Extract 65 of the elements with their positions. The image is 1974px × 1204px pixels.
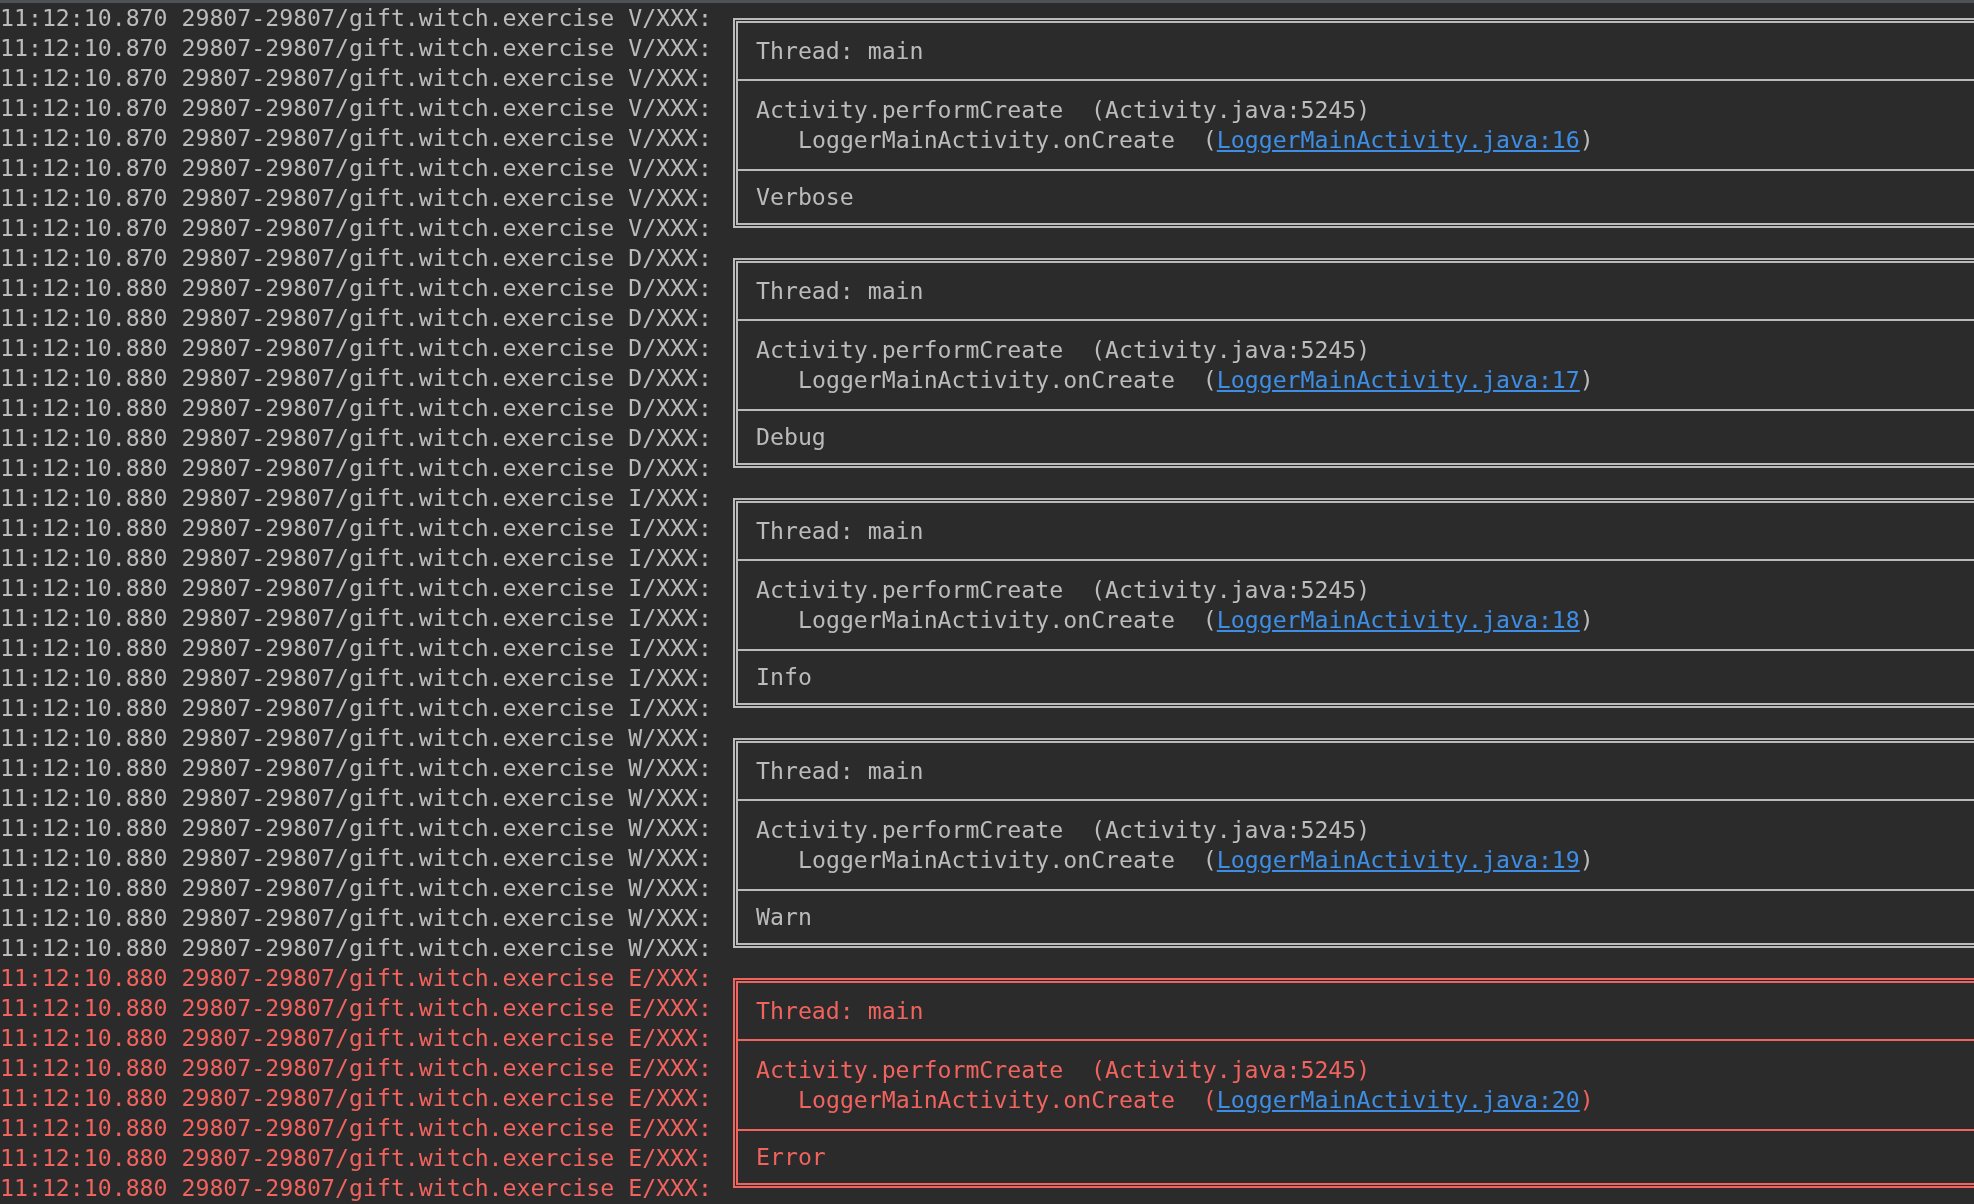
log-line: 11:12:10.870 29807-29807/gift.witch.exercise V/XXX: (0, 3, 713, 33)
log-line: 11:12:10.880 29807-29807/gift.witch.exercise I/XXX: (0, 483, 713, 513)
log-line: 11:12:10.880 29807-29807/gift.witch.exercise W/XXX: (0, 783, 713, 813)
log-line: 11:12:10.880 29807-29807/gift.witch.exercise D/XXX: (0, 363, 713, 393)
source-link[interactable]: LoggerMainActivity.java:19 (1216, 846, 1580, 873)
log-line: 11:12:10.870 29807-29807/gift.witch.exercise V/XXX: (0, 63, 713, 93)
log-line: 11:12:10.880 29807-29807/gift.witch.exercise E/XXX: (0, 1053, 713, 1083)
log-line: 11:12:10.880 29807-29807/gift.witch.exercise W/XXX: (0, 903, 713, 933)
log-line: 11:12:10.880 29807-29807/gift.witch.exercise W/XXX: (0, 933, 713, 963)
thread-label: Thread: main (756, 756, 924, 786)
log-line: 11:12:10.880 29807-29807/gift.witch.exercise W/XXX: (0, 873, 713, 903)
log-line: 11:12:10.880 29807-29807/gift.witch.exercise I/XXX: (0, 543, 713, 573)
log-line: 11:12:10.880 29807-29807/gift.witch.exercise I/XXX: (0, 663, 713, 693)
source-link[interactable]: LoggerMainActivity.java:18 (1216, 606, 1580, 633)
log-line: 11:12:10.880 29807-29807/gift.witch.exercise E/XXX: (0, 1173, 713, 1203)
log-line: 11:12:10.870 29807-29807/gift.witch.exercise V/XXX: (0, 213, 713, 243)
log-line: 11:12:10.880 29807-29807/gift.witch.exercise E/XXX: (0, 1083, 713, 1113)
log-message: Error (756, 1142, 826, 1172)
thread-label: Thread: main (756, 516, 924, 546)
log-line: 11:12:10.870 29807-29807/gift.witch.exercise V/XXX: (0, 123, 713, 153)
log-line: 11:12:10.880 29807-29807/gift.witch.exercise E/XXX: (0, 1023, 713, 1053)
stack-frame: LoggerMainActivity.onCreate (LoggerMainActivity.java:19) (798, 845, 1594, 875)
log-line: 11:12:10.880 29807-29807/gift.witch.exercise W/XXX: (0, 723, 713, 753)
log-line: 11:12:10.880 29807-29807/gift.witch.exercise W/XXX: (0, 843, 713, 873)
thread-label: Thread: main (756, 36, 924, 66)
log-message: Warn (756, 902, 812, 932)
log-line: 11:12:10.880 29807-29807/gift.witch.exercise E/XXX: (0, 1113, 713, 1143)
log-line: 11:12:10.880 29807-29807/gift.witch.exercise I/XXX: (0, 603, 713, 633)
stack-frame: LoggerMainActivity.onCreate (LoggerMainActivity.java:20) (798, 1085, 1594, 1115)
source-link[interactable]: LoggerMainActivity.java:16 (1216, 126, 1580, 153)
log-line: 11:12:10.870 29807-29807/gift.witch.exercise V/XXX: (0, 93, 713, 123)
source-link[interactable]: LoggerMainActivity.java:20 (1216, 1086, 1580, 1113)
log-line: 11:12:10.880 29807-29807/gift.witch.exercise D/XXX: (0, 423, 713, 453)
log-line: 11:12:10.880 29807-29807/gift.witch.exercise I/XXX: (0, 633, 713, 663)
log-line: 11:12:10.880 29807-29807/gift.witch.exercise I/XXX: (0, 573, 713, 603)
log-message: Debug (756, 422, 826, 452)
log-line: 11:12:10.880 29807-29807/gift.witch.exercise D/XXX: (0, 303, 713, 333)
source-link[interactable]: LoggerMainActivity.java:17 (1216, 366, 1580, 393)
stack-frame: Activity.performCreate (Activity.java:5245) (756, 815, 1371, 845)
log-line: 11:12:10.870 29807-29807/gift.witch.exercise D/XXX: (0, 243, 713, 273)
log-line: 11:12:10.880 29807-29807/gift.witch.exercise E/XXX: (0, 1143, 713, 1173)
log-line: 11:12:10.870 29807-29807/gift.witch.exercise V/XXX: (0, 153, 713, 183)
log-line: 11:12:10.880 29807-29807/gift.witch.exercise D/XXX: (0, 453, 713, 483)
log-line: 11:12:10.870 29807-29807/gift.witch.exercise V/XXX: (0, 183, 713, 213)
stack-frame: LoggerMainActivity.onCreate (LoggerMainActivity.java:17) (798, 365, 1594, 395)
thread-label: Thread: main (756, 996, 924, 1026)
stack-frame: Activity.performCreate (Activity.java:5245) (756, 95, 1371, 125)
stack-frame: LoggerMainActivity.onCreate (LoggerMainActivity.java:16) (798, 125, 1594, 155)
log-line: 11:12:10.880 29807-29807/gift.witch.exercise I/XXX: (0, 693, 713, 723)
stack-frame: Activity.performCreate (Activity.java:5245) (756, 335, 1371, 365)
log-message: Verbose (756, 182, 854, 212)
log-line: 11:12:10.880 29807-29807/gift.witch.exercise D/XXX: (0, 333, 713, 363)
log-line: 11:12:10.880 29807-29807/gift.witch.exercise D/XXX: (0, 273, 713, 303)
log-line: 11:12:10.880 29807-29807/gift.witch.exercise E/XXX: (0, 993, 713, 1023)
thread-label: Thread: main (756, 276, 924, 306)
log-line: 11:12:10.880 29807-29807/gift.witch.exercise W/XXX: (0, 753, 713, 783)
stack-frame: LoggerMainActivity.onCreate (LoggerMainActivity.java:18) (798, 605, 1594, 635)
stack-frame: Activity.performCreate (Activity.java:5245) (756, 575, 1371, 605)
log-message: Info (756, 662, 812, 692)
stack-frame: Activity.performCreate (Activity.java:5245) (756, 1055, 1371, 1085)
log-line: 11:12:10.870 29807-29807/gift.witch.exercise V/XXX: (0, 33, 713, 63)
log-line: 11:12:10.880 29807-29807/gift.witch.exercise E/XXX: (0, 963, 713, 993)
log-line: 11:12:10.880 29807-29807/gift.witch.exercise W/XXX: (0, 813, 713, 843)
log-line: 11:12:10.880 29807-29807/gift.witch.exercise I/XXX: (0, 513, 713, 543)
log-line: 11:12:10.880 29807-29807/gift.witch.exercise D/XXX: (0, 393, 713, 423)
